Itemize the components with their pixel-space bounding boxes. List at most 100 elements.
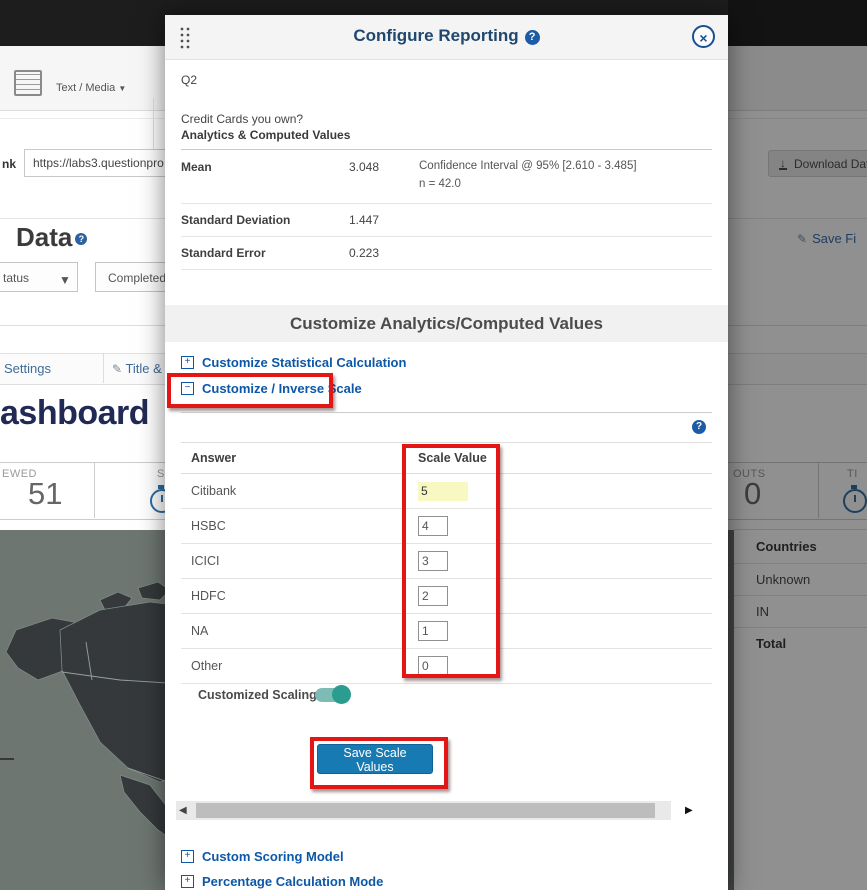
completed-filter-value: Completed — [108, 271, 166, 285]
help-icon[interactable]: ? — [75, 233, 87, 245]
analytics-stats-table: Mean 3.048 Confidence Interval @ 95% [2.… — [181, 151, 712, 270]
download-data-button[interactable]: ↓ Download Data — [768, 150, 867, 177]
pencil-icon: ✎ — [797, 232, 807, 246]
stat-detail: Confidence Interval @ 95% [2.610 - 3.485… — [419, 158, 637, 194]
stat-viewed-value: 51 — [28, 476, 62, 512]
stat-dropouts-value: 0 — [744, 476, 761, 512]
customized-scaling-toggle[interactable] — [315, 688, 349, 702]
answer-label: Other — [181, 659, 418, 673]
divider — [181, 412, 712, 413]
stat-row-stddev: Standard Deviation 1.447 — [181, 204, 712, 237]
table-row: Other — [181, 649, 712, 684]
country-row: Unknown — [734, 564, 867, 596]
toolbar-divider — [153, 98, 154, 154]
question-code: Q2 — [181, 73, 197, 87]
horizontal-scrollbar-thumb[interactable] — [196, 803, 655, 818]
custom-scoring-model-label: Custom Scoring Model — [202, 849, 344, 864]
status-filter-value: tatus — [3, 271, 29, 285]
tab-settings[interactable]: Settings — [4, 361, 51, 376]
dialog-title: Configure Reporting? — [165, 26, 728, 46]
analytics-header: Analytics & Computed Values — [181, 128, 712, 150]
table-row: Citibank — [181, 474, 712, 509]
answer-label: Citibank — [181, 484, 418, 498]
custom-scoring-model-link[interactable]: + Custom Scoring Model — [181, 849, 344, 864]
download-data-label: Download Data — [794, 157, 867, 171]
text-media-label: Text / Media — [56, 82, 115, 94]
stat-cell-divider — [94, 462, 95, 518]
answer-label: HSBC — [181, 519, 418, 533]
answer-label: ICICI — [181, 554, 418, 568]
stat-label: Standard Error — [181, 246, 349, 260]
save-filter-link[interactable]: ✎ Save Fi — [797, 231, 856, 246]
stat-partial-label: S — [157, 468, 165, 480]
app-root: Text / Media ▼ nk ↓ Download Data Data? … — [0, 0, 867, 890]
customize-statistical-link[interactable]: + Customize Statistical Calculation — [181, 355, 406, 370]
dialog-header: Configure Reporting? × — [165, 15, 728, 60]
scroll-right-icon[interactable]: ▶ — [685, 805, 693, 816]
expand-icon: + — [181, 875, 194, 888]
question-text: Credit Cards you own? — [181, 112, 303, 126]
dashboard-title: ashboard — [0, 394, 149, 433]
scale-value-input-citibank[interactable] — [418, 482, 468, 501]
scroll-left-icon[interactable]: ◀ — [179, 805, 187, 816]
help-icon[interactable]: ? — [692, 420, 706, 434]
stat-value: 1.447 — [349, 213, 419, 227]
scale-column-header: Scale Value — [418, 451, 712, 465]
countries-total-row: Total — [734, 628, 867, 659]
stat-label: Standard Deviation — [181, 213, 349, 227]
percentage-calculation-mode-link[interactable]: + Percentage Calculation Mode — [181, 874, 383, 889]
stat-value: 0.223 — [349, 246, 419, 260]
scale-value-input-icici[interactable] — [418, 551, 448, 571]
dialog-title-text: Configure Reporting — [353, 26, 518, 45]
percentage-calculation-mode-label: Percentage Calculation Mode — [202, 874, 383, 889]
survey-link-label: nk — [2, 157, 16, 171]
collapse-icon: − — [181, 382, 194, 395]
download-icon: ↓ — [779, 158, 787, 170]
scale-value-input-hsbc[interactable] — [418, 516, 448, 536]
data-section-title: Data? — [16, 222, 87, 253]
stat-row-mean: Mean 3.048 Confidence Interval @ 95% [2.… — [181, 151, 712, 204]
customize-statistical-label: Customize Statistical Calculation — [202, 355, 406, 370]
scale-value-table: Answer Scale Value Citibank HSBC ICICI H… — [181, 442, 712, 684]
answer-column-header: Answer — [181, 451, 418, 465]
data-title-text: Data — [16, 222, 72, 252]
scale-table-header: Answer Scale Value — [181, 442, 712, 474]
pencil-icon: ✎ — [112, 362, 122, 376]
stat-row-stderr: Standard Error 0.223 — [181, 237, 712, 270]
expand-icon: + — [181, 356, 194, 369]
status-filter-dropdown[interactable]: tatus ▼ — [0, 262, 78, 292]
caret-down-icon: ▼ — [59, 273, 71, 287]
customize-section-header: Customize Analytics/Computed Values — [165, 305, 728, 342]
country-row: IN — [734, 596, 867, 628]
table-row: ICICI — [181, 544, 712, 579]
table-row: HDFC — [181, 579, 712, 614]
close-icon[interactable]: × — [692, 25, 715, 48]
toggle-knob — [332, 685, 351, 704]
sample-size: n = 42.0 — [419, 178, 461, 190]
customize-inverse-scale-label: Customize / Inverse Scale — [202, 381, 362, 396]
expand-icon: + — [181, 850, 194, 863]
save-scale-values-button[interactable]: Save Scale Values — [317, 744, 433, 774]
table-row: HSBC — [181, 509, 712, 544]
countries-card: Countries Unknown IN Total — [734, 529, 867, 890]
caret-down-icon: ▼ — [118, 84, 126, 93]
save-filter-label: Save Fi — [812, 231, 856, 246]
text-media-icon — [14, 70, 42, 96]
answer-label: HDFC — [181, 589, 418, 603]
table-row: NA — [181, 614, 712, 649]
scale-value-input-na[interactable] — [418, 621, 448, 641]
tab-divider — [103, 353, 104, 383]
customize-inverse-scale-link[interactable]: − Customize / Inverse Scale — [181, 381, 362, 396]
scale-value-input-hdfc[interactable] — [418, 586, 448, 606]
scale-value-input-other[interactable] — [418, 656, 448, 676]
stat-cell-divider — [818, 462, 819, 518]
countries-header: Countries — [734, 530, 867, 564]
confidence-interval: Confidence Interval @ 95% [2.610 - 3.485… — [419, 160, 637, 172]
answer-label: NA — [181, 624, 418, 638]
tab-title-logo[interactable]: ✎ Title & L — [112, 361, 173, 376]
configure-reporting-dialog: Configure Reporting? × Q2 Credit Cards y… — [165, 15, 728, 890]
stat-time-label: TI — [847, 468, 858, 480]
help-icon[interactable]: ? — [525, 30, 540, 45]
stopwatch-icon — [843, 489, 867, 513]
text-media-button[interactable]: Text / Media ▼ — [56, 82, 126, 94]
